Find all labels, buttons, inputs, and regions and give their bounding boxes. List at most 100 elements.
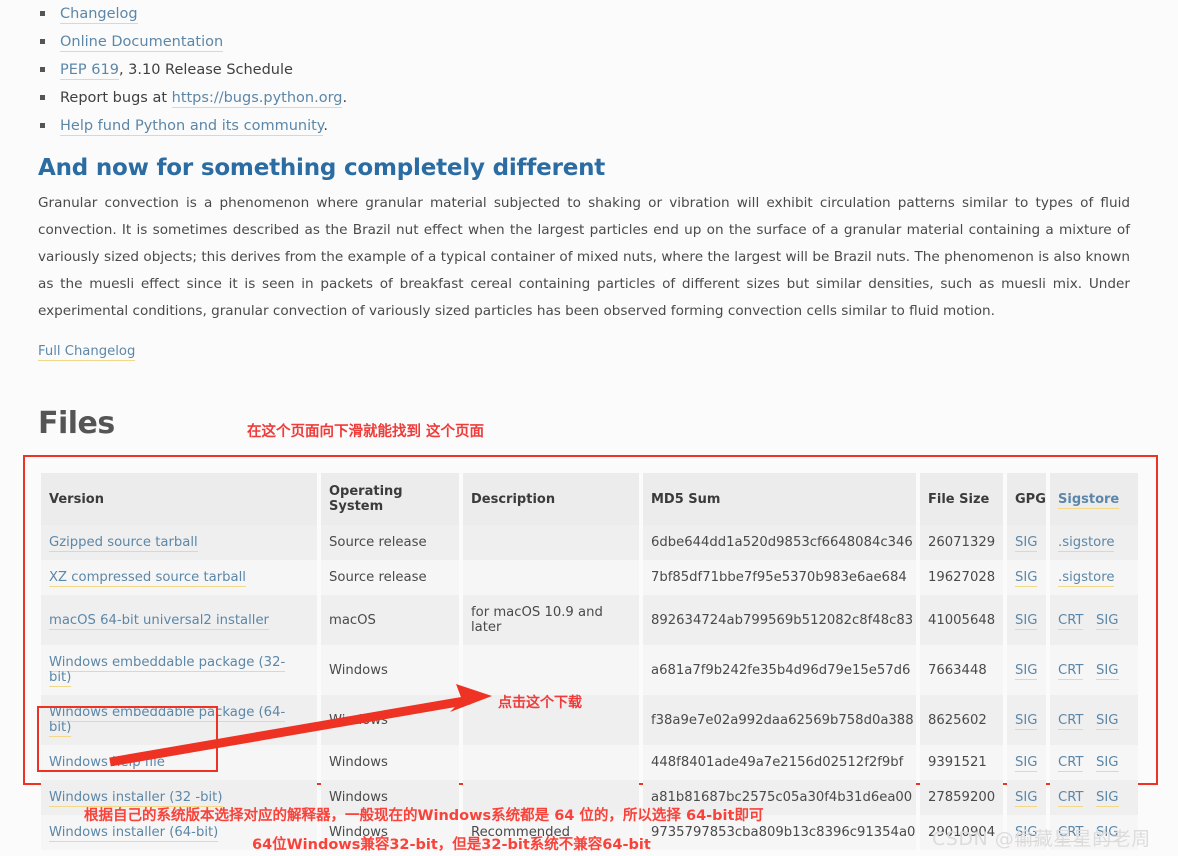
files-table-body: Gzipped source tarball Source release 6d… bbox=[41, 525, 1138, 850]
bullet-icon bbox=[40, 11, 45, 16]
list-item: PEP 619, 3.10 Release Schedule bbox=[38, 56, 1128, 84]
cell-gpg: SIG bbox=[1007, 525, 1046, 560]
cell-sigstore: CRT SIG bbox=[1050, 780, 1138, 815]
list-item: Online Documentation bbox=[38, 28, 1128, 56]
sigstore-sig-link[interactable]: SIG bbox=[1096, 755, 1119, 772]
annotation-arrow-note: 点击这个下载 bbox=[498, 695, 582, 711]
cell-sigstore: CRT SIG bbox=[1050, 745, 1138, 780]
release-links-list: Changelog Online Documentation PEP 619, … bbox=[38, 0, 1128, 140]
sigstore-crt-link[interactable]: CRT bbox=[1058, 755, 1084, 772]
link-suffix: , 3.10 Release Schedule bbox=[118, 62, 293, 78]
cell-version: Windows embeddable package (32-bit) bbox=[41, 645, 317, 695]
sigstore-crt-link[interactable]: CRT bbox=[1058, 612, 1084, 630]
column-header-operating-system: Operating System bbox=[321, 473, 459, 525]
gpg-sig-link[interactable]: SIG bbox=[1015, 662, 1038, 680]
column-header-sigstore: Sigstore bbox=[1050, 473, 1138, 525]
column-header-description: Description bbox=[463, 473, 639, 525]
bullet-icon bbox=[40, 95, 45, 100]
cell-md5-sum: 7bf85df71bbe7f95e5370b983e6ae684 bbox=[643, 560, 916, 595]
file-download-link[interactable]: macOS 64-bit universal2 installer bbox=[49, 612, 269, 630]
sigstore-link[interactable]: .sigstore bbox=[1058, 570, 1115, 587]
full-changelog-link[interactable]: Full Changelog bbox=[38, 344, 136, 361]
cell-operating-system: Source release bbox=[321, 560, 459, 595]
annotation-top-note: 在这个页面向下滑就能找到 这个页面 bbox=[247, 424, 485, 440]
list-item: Help fund Python and its community. bbox=[38, 112, 1128, 140]
sigstore-crt-link[interactable]: CRT bbox=[1058, 712, 1084, 730]
table-row: XZ compressed source tarball Source rele… bbox=[41, 560, 1138, 595]
cell-description bbox=[463, 525, 639, 560]
sigstore-link[interactable]: .sigstore bbox=[1058, 535, 1115, 552]
cell-sigstore: .sigstore bbox=[1050, 560, 1138, 595]
cell-gpg: SIG bbox=[1007, 560, 1046, 595]
gpg-sig-link[interactable]: SIG bbox=[1015, 612, 1038, 630]
table-header-row: Version Operating System Description MD5… bbox=[41, 473, 1138, 525]
cell-gpg: SIG bbox=[1007, 780, 1046, 815]
file-download-link[interactable]: XZ compressed source tarball bbox=[49, 570, 246, 587]
cell-operating-system: macOS bbox=[321, 595, 459, 645]
cell-operating-system: Windows bbox=[321, 745, 459, 780]
column-header-file-size: File Size bbox=[920, 473, 1003, 525]
cell-file-size: 27859200 bbox=[920, 780, 1003, 815]
cell-description: for macOS 10.9 and later bbox=[463, 595, 639, 645]
cell-version: XZ compressed source tarball bbox=[41, 560, 317, 595]
help-fund-python-link[interactable]: Help fund Python and its community bbox=[60, 118, 324, 136]
table-row: macOS 64-bit universal2 installer macOS … bbox=[41, 595, 1138, 645]
cell-version: macOS 64-bit universal2 installer bbox=[41, 595, 317, 645]
changelog-link[interactable]: Changelog bbox=[60, 6, 138, 24]
cell-md5-sum: 448f8401ade49a7e2156d02512f2f9bf bbox=[643, 745, 916, 780]
cell-file-size: 8625602 bbox=[920, 695, 1003, 745]
gpg-sig-link[interactable]: SIG bbox=[1015, 535, 1038, 552]
cell-md5-sum: 6dbe644dd1a520d9853cf6648084c346 bbox=[643, 525, 916, 560]
section-heading: And now for something completely differe… bbox=[38, 155, 606, 181]
online-documentation-link[interactable]: Online Documentation bbox=[60, 34, 224, 52]
annotation-bottom-note-1: 根据自己的系统版本选择对应的解释器，一般现在的Windows系统都是 64 位的… bbox=[84, 808, 764, 824]
sigstore-sig-link[interactable]: SIG bbox=[1096, 712, 1119, 730]
sigstore-sig-link[interactable]: SIG bbox=[1096, 790, 1119, 807]
link-suffix: . bbox=[342, 90, 348, 106]
column-header-version: Version bbox=[41, 473, 317, 525]
file-download-link-windows-installer-64[interactable]: Windows installer (64-bit) bbox=[49, 825, 219, 842]
cell-md5-sum: f38a9e7e02a992daa62569b758d0a388 bbox=[643, 695, 916, 745]
sigstore-crt-link[interactable]: CRT bbox=[1058, 790, 1084, 807]
sigstore-header-link[interactable]: Sigstore bbox=[1058, 491, 1120, 509]
cell-sigstore: CRT SIG bbox=[1050, 645, 1138, 695]
cell-description bbox=[463, 645, 639, 695]
file-download-link[interactable]: Gzipped source tarball bbox=[49, 535, 198, 552]
cell-sigstore: CRT SIG bbox=[1050, 595, 1138, 645]
bug-tracker-link[interactable]: https://bugs.python.org bbox=[171, 90, 343, 108]
gpg-sig-link[interactable]: SIG bbox=[1015, 790, 1038, 807]
column-header-md5-sum: MD5 Sum bbox=[643, 473, 916, 525]
cell-sigstore: CRT SIG bbox=[1050, 695, 1138, 745]
sigstore-crt-link[interactable]: CRT bbox=[1058, 662, 1084, 680]
files-table: Version Operating System Description MD5… bbox=[37, 473, 1142, 850]
gpg-sig-link[interactable]: SIG bbox=[1015, 712, 1038, 730]
pep-619-link[interactable]: PEP 619 bbox=[60, 62, 119, 80]
cell-version: Gzipped source tarball bbox=[41, 525, 317, 560]
cell-file-size: 19627028 bbox=[920, 560, 1003, 595]
sigstore-sig-link[interactable]: SIG bbox=[1096, 612, 1119, 630]
bullet-icon bbox=[40, 39, 45, 44]
file-download-link[interactable]: Windows embeddable package (32-bit) bbox=[49, 655, 286, 687]
gpg-sig-link[interactable]: SIG bbox=[1015, 570, 1038, 587]
cell-operating-system: Source release bbox=[321, 525, 459, 560]
cell-md5-sum: 892634724ab799569b512082c8f48c83 bbox=[643, 595, 916, 645]
cell-gpg: SIG bbox=[1007, 645, 1046, 695]
bullet-icon bbox=[40, 123, 45, 128]
sigstore-sig-link[interactable]: SIG bbox=[1096, 662, 1119, 680]
table-row: Windows embeddable package (32-bit) Wind… bbox=[41, 645, 1138, 695]
table-row: Gzipped source tarball Source release 6d… bbox=[41, 525, 1138, 560]
cell-sigstore: .sigstore bbox=[1050, 525, 1138, 560]
list-item: Changelog bbox=[38, 0, 1128, 28]
bullet-icon bbox=[40, 67, 45, 72]
files-heading: Files bbox=[38, 406, 115, 441]
gpg-sig-link[interactable]: SIG bbox=[1015, 755, 1038, 772]
section-paragraph: Granular convection is a phenomenon wher… bbox=[38, 195, 1130, 319]
cell-file-size: 7663448 bbox=[920, 645, 1003, 695]
cell-description bbox=[463, 745, 639, 780]
csdn-watermark: CSDN @偷藏星星的老周 bbox=[932, 828, 1151, 850]
cell-file-size: 41005648 bbox=[920, 595, 1003, 645]
link-prefix: Report bugs at bbox=[60, 90, 172, 106]
cell-gpg: SIG bbox=[1007, 595, 1046, 645]
cell-operating-system: Windows bbox=[321, 695, 459, 745]
annotation-bottom-note-2: 64位Windows兼容32-bit，但是32-bit系统不兼容64-bit bbox=[252, 837, 651, 853]
